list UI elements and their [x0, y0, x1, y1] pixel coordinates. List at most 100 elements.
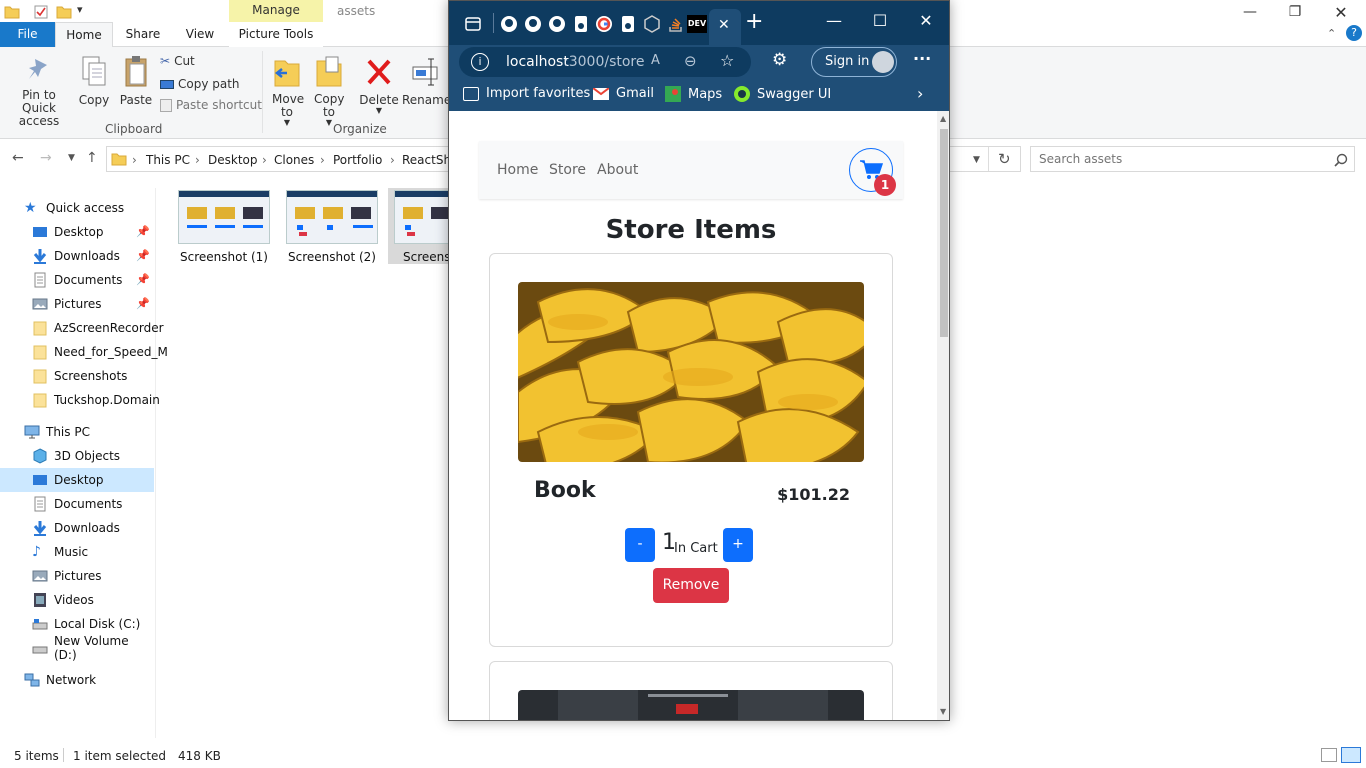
search-input[interactable]	[1039, 152, 1319, 166]
page-icon[interactable]	[572, 15, 590, 33]
tab-actions-icon[interactable]	[464, 15, 482, 33]
breadcrumb-portfolio[interactable]: Portfolio	[333, 153, 382, 167]
file-item-selected[interactable]: Screensh	[388, 188, 448, 264]
stackoverflow-icon[interactable]	[667, 15, 685, 33]
active-tab[interactable]: ✕	[709, 9, 741, 45]
file-item[interactable]: Screenshot (1)	[174, 188, 274, 264]
sign-in-button[interactable]: Sign in	[811, 47, 897, 77]
read-aloud-icon[interactable]: A	[651, 53, 660, 68]
nav-link-about[interactable]: About	[597, 162, 638, 178]
remove-button[interactable]: Remove	[653, 568, 729, 603]
nav-quick-tuckshop[interactable]: Tuckshop.Domain	[0, 388, 160, 412]
fav-maps[interactable]: Maps	[665, 86, 722, 102]
minimize-icon[interactable]: —	[1227, 0, 1273, 24]
properties-icon[interactable]	[33, 4, 49, 20]
nav-link-store[interactable]: Store	[549, 162, 586, 178]
pin-icon[interactable]: 📌	[136, 249, 150, 262]
decrease-quantity-button[interactable]: -	[625, 528, 655, 562]
forward-arrow-icon[interactable]: →	[40, 150, 52, 166]
nav-this-pc[interactable]: This PC	[24, 420, 178, 444]
move-to-button[interactable]: Move to ▼	[268, 55, 306, 127]
breadcrumb-this-pc[interactable]: This PC	[146, 153, 190, 167]
delete-button[interactable]: Delete ▼	[359, 55, 399, 115]
favorite-star-icon[interactable]: ☆	[720, 51, 734, 70]
nav-quick-desktop[interactable]: Desktop 📌	[0, 220, 154, 244]
qat-dropdown-icon[interactable]: ▾	[77, 3, 83, 16]
more-menu-icon[interactable]: ···	[913, 49, 931, 68]
help-icon[interactable]: ?	[1346, 25, 1362, 41]
close-tab-icon[interactable]: ✕	[718, 17, 730, 33]
manage-context-tab[interactable]: Manage	[229, 0, 323, 22]
nav-quick-screenshots[interactable]: Screenshots	[0, 364, 154, 388]
scrollbar-thumb[interactable]	[940, 129, 948, 337]
address-dropdown-icon[interactable]: ▼	[973, 155, 980, 165]
nav-pc-new-volume[interactable]: New Volume (D:)	[0, 634, 154, 662]
paste-shortcut-button[interactable]: Paste shortcut	[160, 98, 262, 112]
rename-button[interactable]: Rename	[402, 55, 451, 107]
pin-icon[interactable]: 📌	[136, 273, 150, 286]
file-item[interactable]: Screenshot (2)	[282, 188, 382, 264]
tab-file[interactable]: File	[0, 22, 55, 47]
recent-chevron-icon[interactable]: ▼	[68, 153, 75, 163]
fav-swagger-ui[interactable]: Swagger UI	[734, 86, 831, 102]
breadcrumb-desktop[interactable]: Desktop	[208, 153, 258, 167]
nav-network[interactable]: Network	[24, 668, 178, 692]
fav-import-favorites[interactable]: Import favorites	[463, 86, 590, 101]
tab-picture-tools[interactable]: Picture Tools	[229, 22, 323, 47]
breadcrumb-clones[interactable]: Clones	[274, 153, 314, 167]
new-folder-icon[interactable]	[56, 4, 72, 20]
nav-pc-downloads[interactable]: Downloads	[0, 516, 154, 540]
extensions-icon[interactable]: ⚙	[772, 50, 787, 70]
url-bar[interactable]: i localhost :3000/store A ⊖ ☆	[459, 47, 751, 77]
nav-pc-3d-objects[interactable]: 3D Objects	[0, 444, 154, 468]
github-icon[interactable]	[548, 15, 566, 33]
pin-icon[interactable]: 📌	[136, 297, 150, 310]
large-icons-view-icon[interactable]	[1341, 747, 1361, 763]
nav-quick-downloads[interactable]: Downloads 📌	[0, 244, 154, 268]
info-icon[interactable]: i	[471, 53, 489, 71]
google-icon[interactable]	[595, 15, 613, 33]
github-icon[interactable]	[500, 15, 518, 33]
page-icon[interactable]	[619, 15, 637, 33]
nav-pc-pictures[interactable]: Pictures	[0, 564, 154, 588]
copy-button[interactable]: Copy	[76, 55, 112, 107]
zoom-out-icon[interactable]: ⊖	[684, 52, 697, 70]
nav-pc-documents[interactable]: Documents	[0, 492, 154, 516]
minimize-icon[interactable]: —	[819, 11, 849, 30]
nav-pc-desktop[interactable]: Desktop	[0, 468, 154, 492]
increase-quantity-button[interactable]: +	[723, 528, 753, 562]
new-tab-icon[interactable]: +	[745, 9, 763, 34]
nav-quick-documents[interactable]: Documents 📌	[0, 268, 154, 292]
search-icon[interactable]	[1334, 153, 1348, 167]
fav-gmail[interactable]: Gmail	[593, 86, 654, 101]
cube-icon[interactable]	[643, 15, 661, 33]
nav-quick-azscreenrecorder[interactable]: AzScreenRecorder	[0, 316, 164, 340]
pin-icon[interactable]: 📌	[136, 225, 150, 238]
nav-link-home[interactable]: Home	[497, 162, 538, 178]
maximize-icon[interactable]: ☐	[865, 11, 895, 30]
scroll-down-icon[interactable]: ▼	[940, 707, 946, 716]
copy-to-button[interactable]: Copy to ▼	[310, 55, 348, 127]
close-icon[interactable]: ✕	[1318, 0, 1364, 24]
collapse-ribbon-icon[interactable]: ⌃	[1327, 27, 1336, 40]
cut-button[interactable]: ✂ Cut	[160, 54, 195, 68]
up-arrow-icon[interactable]: ↑	[86, 150, 98, 166]
copy-path-button[interactable]: Copy path	[160, 77, 240, 91]
restore-icon[interactable]: ❐	[1272, 0, 1318, 24]
refresh-icon[interactable]: ↻	[998, 150, 1011, 168]
details-view-icon[interactable]	[1321, 748, 1337, 762]
nav-quick-pictures[interactable]: Pictures 📌	[0, 292, 154, 316]
search-box[interactable]	[1030, 146, 1355, 172]
nav-pc-music[interactable]: ♪ Music	[0, 540, 154, 564]
back-arrow-icon[interactable]: ←	[12, 150, 24, 166]
github-icon[interactable]	[524, 15, 542, 33]
pin-quick-access-button[interactable]: Pin to Quick access	[6, 55, 72, 128]
nav-pc-videos[interactable]: Videos	[0, 588, 154, 612]
dev-icon[interactable]: DEV	[687, 15, 707, 33]
paste-button[interactable]: Paste	[118, 55, 154, 107]
favorites-chevron-icon[interactable]: ›	[917, 84, 923, 103]
scroll-up-icon[interactable]: ▲	[940, 114, 946, 123]
tab-view[interactable]: View	[178, 22, 222, 47]
page-scrollbar[interactable]: ▲ ▼	[937, 111, 949, 720]
close-icon[interactable]: ✕	[911, 11, 941, 30]
